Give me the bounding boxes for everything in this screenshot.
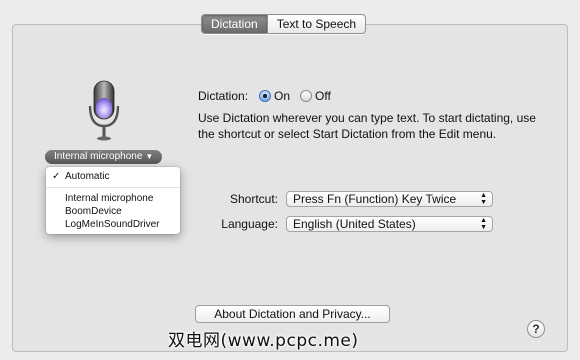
about-dictation-privacy-button[interactable]: About Dictation and Privacy... [195,305,390,323]
menu-item-label: Automatic [65,171,110,182]
microphone-source-label: Internal microphone [54,151,143,162]
microphone-source-menu: ✓ Automatic Internal microphone BoomDevi… [46,167,180,234]
microphone-icon [88,80,120,141]
menu-item-automatic[interactable]: ✓ Automatic [46,170,180,183]
language-select[interactable]: English (United States) ▲ ▼ [286,216,493,232]
tab-dictation[interactable]: Dictation [202,15,267,33]
menu-item-boomdevice[interactable]: BoomDevice [46,205,180,218]
up-down-arrows-icon: ▲ ▼ [480,217,487,231]
up-down-arrows-icon: ▲ ▼ [480,192,487,206]
radio-selected-icon [259,90,271,102]
menu-item-internal-microphone[interactable]: Internal microphone [46,192,180,205]
checkmark-icon: ✓ [52,171,61,182]
radio-unselected-icon [300,90,312,102]
menu-item-label: Internal microphone [65,193,154,204]
watermark-text: 双电网(www.pcpc.me) [168,331,359,351]
help-icon[interactable]: ? [527,320,545,338]
shortcut-value: Press Fn (Function) Key Twice [293,192,457,206]
dictation-off-radio[interactable]: Off [300,89,331,103]
language-label: Language: [221,217,278,231]
menu-item-label: LogMeInSoundDriver [65,219,160,230]
radio-on-label: On [274,89,291,103]
shortcut-select[interactable]: Press Fn (Function) Key Twice ▲ ▼ [286,191,493,207]
radio-off-label: Off [315,89,331,103]
microphone-source-popup[interactable]: Internal microphone ▼ [45,150,163,164]
dictation-label: Dictation: [198,89,249,103]
chevron-down-icon: ▼ [145,152,154,161]
tab-segmented-control: Dictation Text to Speech [201,14,367,34]
language-value: English (United States) [293,217,416,231]
dictation-description: Use Dictation wherever you can type text… [198,111,536,141]
shortcut-label: Shortcut: [229,192,278,206]
menu-item-label: BoomDevice [65,206,122,217]
dictation-on-radio[interactable]: On [259,89,290,103]
menu-separator [46,187,180,188]
tab-text-to-speech[interactable]: Text to Speech [266,15,365,33]
menu-item-logmeinsounddriver[interactable]: LogMeInSoundDriver [46,218,180,231]
